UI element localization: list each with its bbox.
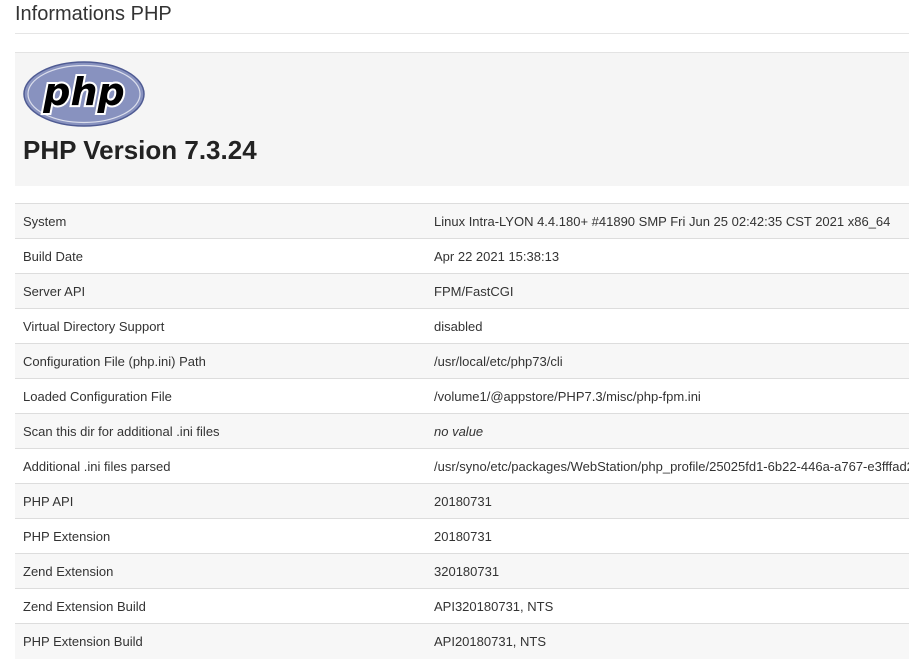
title-divider <box>15 33 909 34</box>
row-key: PHP Extension <box>15 518 418 554</box>
row-key: Zend Extension <box>15 553 418 589</box>
row-value: API320180731, NTS <box>418 588 909 624</box>
row-key: Build Date <box>15 238 418 274</box>
row-key: Loaded Configuration File <box>15 378 418 414</box>
table-row: Virtual Directory Support disabled <box>15 308 909 344</box>
row-key: System <box>15 203 418 239</box>
row-value: 320180731 <box>418 553 909 589</box>
table-row: Zend Extension 320180731 <box>15 553 909 589</box>
table-row: Loaded Configuration File/volume1/@appst… <box>15 378 909 414</box>
row-value: /usr/local/etc/php73/cli <box>418 343 909 379</box>
row-key: PHP API <box>15 483 418 519</box>
row-key: Zend Extension Build <box>15 588 418 624</box>
php-header-panel: php php PHP Version 7.3.24 <box>15 52 909 186</box>
row-value: Linux Intra-LYON 4.4.180+ #41890 SMP Fri… <box>418 203 909 239</box>
row-value: Apr 22 2021 15:38:13 <box>418 238 909 274</box>
table-row: System Linux Intra-LYON 4.4.180+ #41890 S… <box>15 203 909 239</box>
php-logo-icon: php php <box>23 61 145 127</box>
row-value: /usr/syno/etc/packages/WebStation/php_pr… <box>418 448 909 484</box>
table-row: Build Date Apr 22 2021 15:38:13 <box>15 238 909 274</box>
php-logo-text: php <box>42 70 124 114</box>
table-row: PHP API 20180731 <box>15 483 909 519</box>
table-row: PHP Extension Build API20180731, NTS <box>15 623 909 659</box>
php-info-table: System Linux Intra-LYON 4.4.180+ #41890 S… <box>15 203 909 659</box>
php-version-heading: PHP Version 7.3.24 <box>23 135 257 165</box>
row-value: API20180731, NTS <box>418 623 909 659</box>
row-value: /volume1/@appstore/PHP7.3/misc/php-fpm.i… <box>418 378 909 414</box>
table-row: PHP Extension 20180731 <box>15 518 909 554</box>
row-key: PHP Extension Build <box>15 623 418 659</box>
row-value: 20180731 <box>418 518 909 554</box>
row-value: 20180731 <box>418 483 909 519</box>
row-key: Virtual Directory Support <box>15 308 418 344</box>
table-row: Configuration File (php.ini) Path/usr/lo… <box>15 343 909 379</box>
table-row: Server API FPM/FastCGI <box>15 273 909 309</box>
table-row: Zend Extension Build API320180731, NTS <box>15 588 909 624</box>
row-key: Configuration File (php.ini) Path <box>15 343 418 379</box>
row-value: no value <box>418 413 909 449</box>
row-key: Additional .ini files parsed <box>15 448 418 484</box>
row-key: Scan this dir for additional .ini files <box>15 413 418 449</box>
row-value: disabled <box>418 308 909 344</box>
row-value: FPM/FastCGI <box>418 273 909 309</box>
page-title: Informations PHP <box>15 3 172 25</box>
table-row: Additional .ini files parsed/usr/syno/et… <box>15 448 909 484</box>
table-row: Scan this dir for additional .ini files n… <box>15 413 909 449</box>
row-key: Server API <box>15 273 418 309</box>
